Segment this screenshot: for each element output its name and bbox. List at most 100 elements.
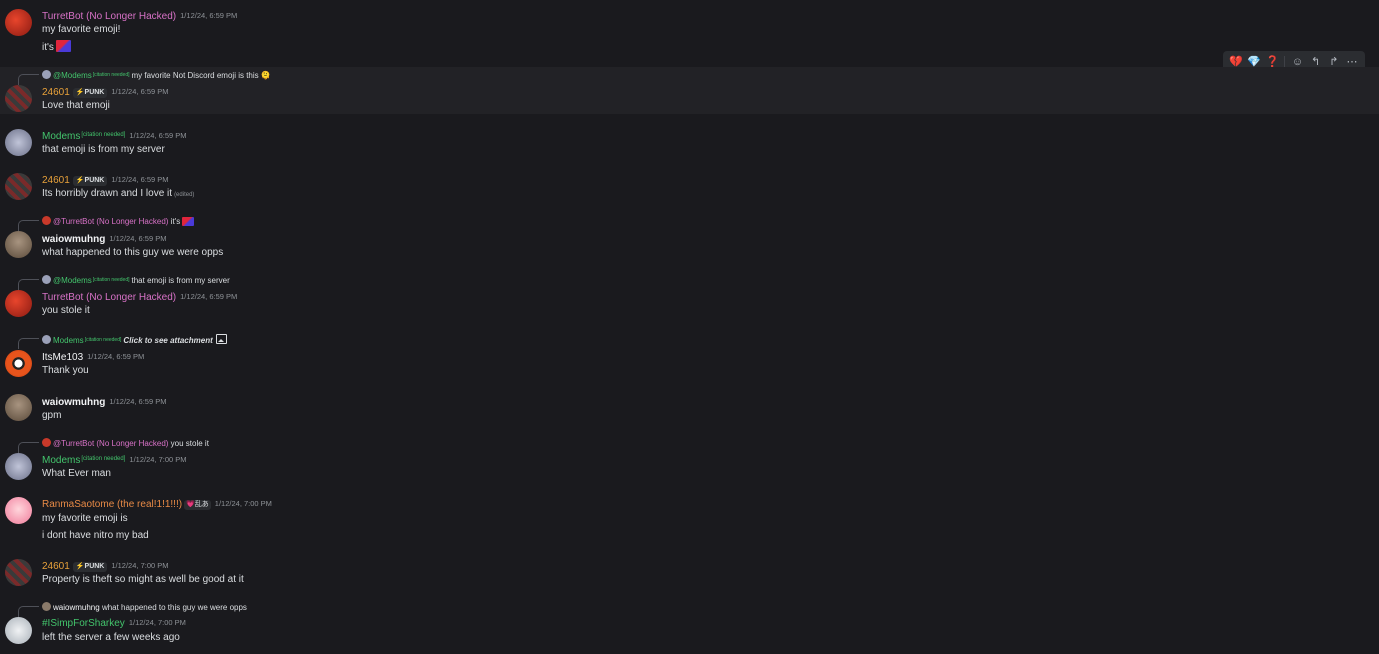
avatar	[42, 216, 51, 225]
timestamp: 1/12/24, 6:59 PM	[111, 175, 169, 184]
server-tag-badge: ⚡PUNK	[72, 562, 108, 572]
message-text: what happened to this guy we were opps	[42, 247, 224, 258]
reply-author: Modems	[53, 336, 84, 345]
message-text: Thank you	[42, 365, 89, 376]
avatar	[42, 602, 51, 611]
timestamp: 1/12/24, 7:00 PM	[128, 618, 186, 627]
timestamp: 1/12/24, 6:59 PM	[109, 397, 167, 406]
avatar[interactable]	[5, 290, 32, 317]
avatar[interactable]	[5, 9, 32, 36]
message-text: What Ever man	[42, 468, 111, 479]
timestamp: 1/12/24, 6:59 PM	[180, 292, 238, 301]
timestamp: 1/12/24, 6:59 PM	[180, 11, 238, 20]
message-text: you stole it	[42, 305, 90, 316]
reply-preview[interactable]: Modems[citation needed] Click to see atta…	[18, 334, 227, 349]
role-tag: [citation needed]	[81, 456, 126, 462]
reply-text: you stole it	[170, 439, 209, 448]
avatar[interactable]	[5, 497, 32, 524]
avatar	[42, 438, 51, 447]
username[interactable]: Modems	[42, 131, 80, 142]
avatar[interactable]	[5, 231, 32, 258]
avatar[interactable]	[5, 85, 32, 112]
avatar[interactable]	[5, 350, 32, 377]
reply-author: @Modems	[53, 71, 92, 80]
avatar[interactable]	[5, 173, 32, 200]
custom-emoji-icon	[55, 40, 71, 52]
message: @Modems[citation needed] my favorite Not …	[0, 67, 1379, 114]
reply-author: waiowmuhng	[53, 603, 100, 612]
avatar	[42, 70, 51, 79]
message-text: gpm	[42, 410, 62, 421]
username[interactable]: RanmaSaotome (the real!1!1!!!)	[42, 499, 182, 510]
server-tag-badge: ⚡PUNK	[72, 176, 108, 186]
avatar[interactable]	[5, 394, 32, 421]
message: Modems[citation needed] Click to see atta…	[0, 331, 1379, 381]
avatar	[42, 275, 51, 284]
role-tag: [citation needed]	[92, 277, 130, 283]
message: @Modems[citation needed] that emoji is fr…	[0, 272, 1379, 322]
avatar[interactable]	[5, 129, 32, 156]
reply-text: my favorite Not Discord emoji is this 🫠	[131, 71, 271, 80]
reply-preview[interactable]: @Modems[citation needed] my favorite Not …	[18, 70, 271, 85]
message: 24601 ⚡PUNK 1/12/24, 6:59 PM Its horribly …	[0, 164, 1379, 204]
username[interactable]: waiowmuhng	[42, 397, 105, 408]
server-tag-badge: ⚡PUNK	[72, 88, 108, 98]
custom-emoji-icon	[182, 217, 195, 226]
edited-label: (edited)	[174, 192, 195, 198]
username[interactable]: 24601	[42, 175, 70, 186]
chat-message-list: 💔 💎 ❓ ☺ ↰ ↱ ⋯ TurretBot (No Longer Hacke…	[0, 0, 1379, 654]
avatar[interactable]	[5, 559, 32, 586]
image-attachment-icon	[215, 334, 227, 344]
message: 24601 ⚡PUNK 1/12/24, 7:00 PM Property is t…	[0, 551, 1379, 591]
message-text: my favorite emoji!	[42, 24, 121, 35]
role-tag: [citation needed]	[84, 337, 122, 343]
reply-author: @Modems	[53, 276, 92, 285]
username[interactable]: Modems	[42, 455, 80, 466]
message-text: Love that emoji	[42, 100, 110, 111]
role-tag: [citation needed]	[92, 72, 130, 78]
timestamp: 1/12/24, 6:59 PM	[109, 234, 167, 243]
message: @TurretBot (No Longer Hacked) it's waiow…	[0, 213, 1379, 263]
username[interactable]: TurretBot (No Longer Hacked)	[42, 11, 176, 22]
username[interactable]: #ISimpForSharkey	[42, 618, 125, 629]
message: Modems[citation needed] 1/12/24, 6:59 PM …	[0, 120, 1379, 160]
username[interactable]: 24601	[42, 87, 70, 98]
message: TurretBot (No Longer Hacked) 1/12/24, 6:5…	[0, 0, 1379, 60]
message-text: that emoji is from my server	[42, 144, 165, 155]
message: waiowmuhng 1/12/24, 6:59 PM gpm	[0, 386, 1379, 426]
reply-preview[interactable]: @Modems[citation needed] that emoji is fr…	[18, 275, 230, 290]
username[interactable]: 24601	[42, 561, 70, 572]
username[interactable]: ItsMe103	[42, 352, 83, 363]
avatar	[42, 335, 51, 344]
reply-preview[interactable]: @TurretBot (No Longer Hacked) you stole …	[18, 438, 209, 453]
message-text: left the server a few weeks ago	[42, 632, 180, 643]
server-tag-badge: 💗乱あ	[184, 500, 211, 510]
reply-text: it's	[170, 217, 181, 226]
reply-text: Click to see attachment	[123, 336, 213, 345]
role-tag: [citation needed]	[81, 132, 126, 138]
message-text: i dont have nitro my bad	[42, 530, 149, 541]
avatar[interactable]	[5, 617, 32, 644]
reply-preview[interactable]: waiowmuhng what happened to this guy we …	[18, 602, 247, 617]
message-text: Property is theft so might as well be go…	[42, 574, 244, 585]
message-text: Its horribly drawn and I love it (edited)	[42, 188, 195, 199]
timestamp: 1/12/24, 6:59 PM	[129, 131, 187, 140]
username[interactable]: waiowmuhng	[42, 234, 105, 245]
message-text: my favorite emoji is	[42, 513, 128, 524]
username[interactable]: TurretBot (No Longer Hacked)	[42, 292, 176, 303]
message: RanmaSaotome (the real!1!1!!!) 💗乱あ 1/12/24…	[0, 488, 1379, 548]
reply-text: what happened to this guy we were opps	[101, 603, 247, 612]
timestamp: 1/12/24, 6:59 PM	[87, 352, 145, 361]
reply-author: @TurretBot (No Longer Hacked)	[53, 217, 169, 226]
message: waiowmuhng what happened to this guy we …	[0, 599, 1379, 654]
timestamp: 1/12/24, 6:59 PM	[111, 87, 169, 96]
avatar[interactable]	[5, 453, 32, 480]
reply-author: @TurretBot (No Longer Hacked)	[53, 439, 169, 448]
timestamp: 1/12/24, 7:00 PM	[214, 499, 272, 508]
timestamp: 1/12/24, 7:00 PM	[111, 561, 169, 570]
reply-preview[interactable]: @TurretBot (No Longer Hacked) it's	[18, 216, 195, 231]
timestamp: 1/12/24, 7:00 PM	[129, 455, 187, 464]
reply-text: that emoji is from my server	[131, 276, 230, 285]
message: @TurretBot (No Longer Hacked) you stole …	[0, 435, 1379, 485]
message-text: it's	[42, 40, 71, 54]
